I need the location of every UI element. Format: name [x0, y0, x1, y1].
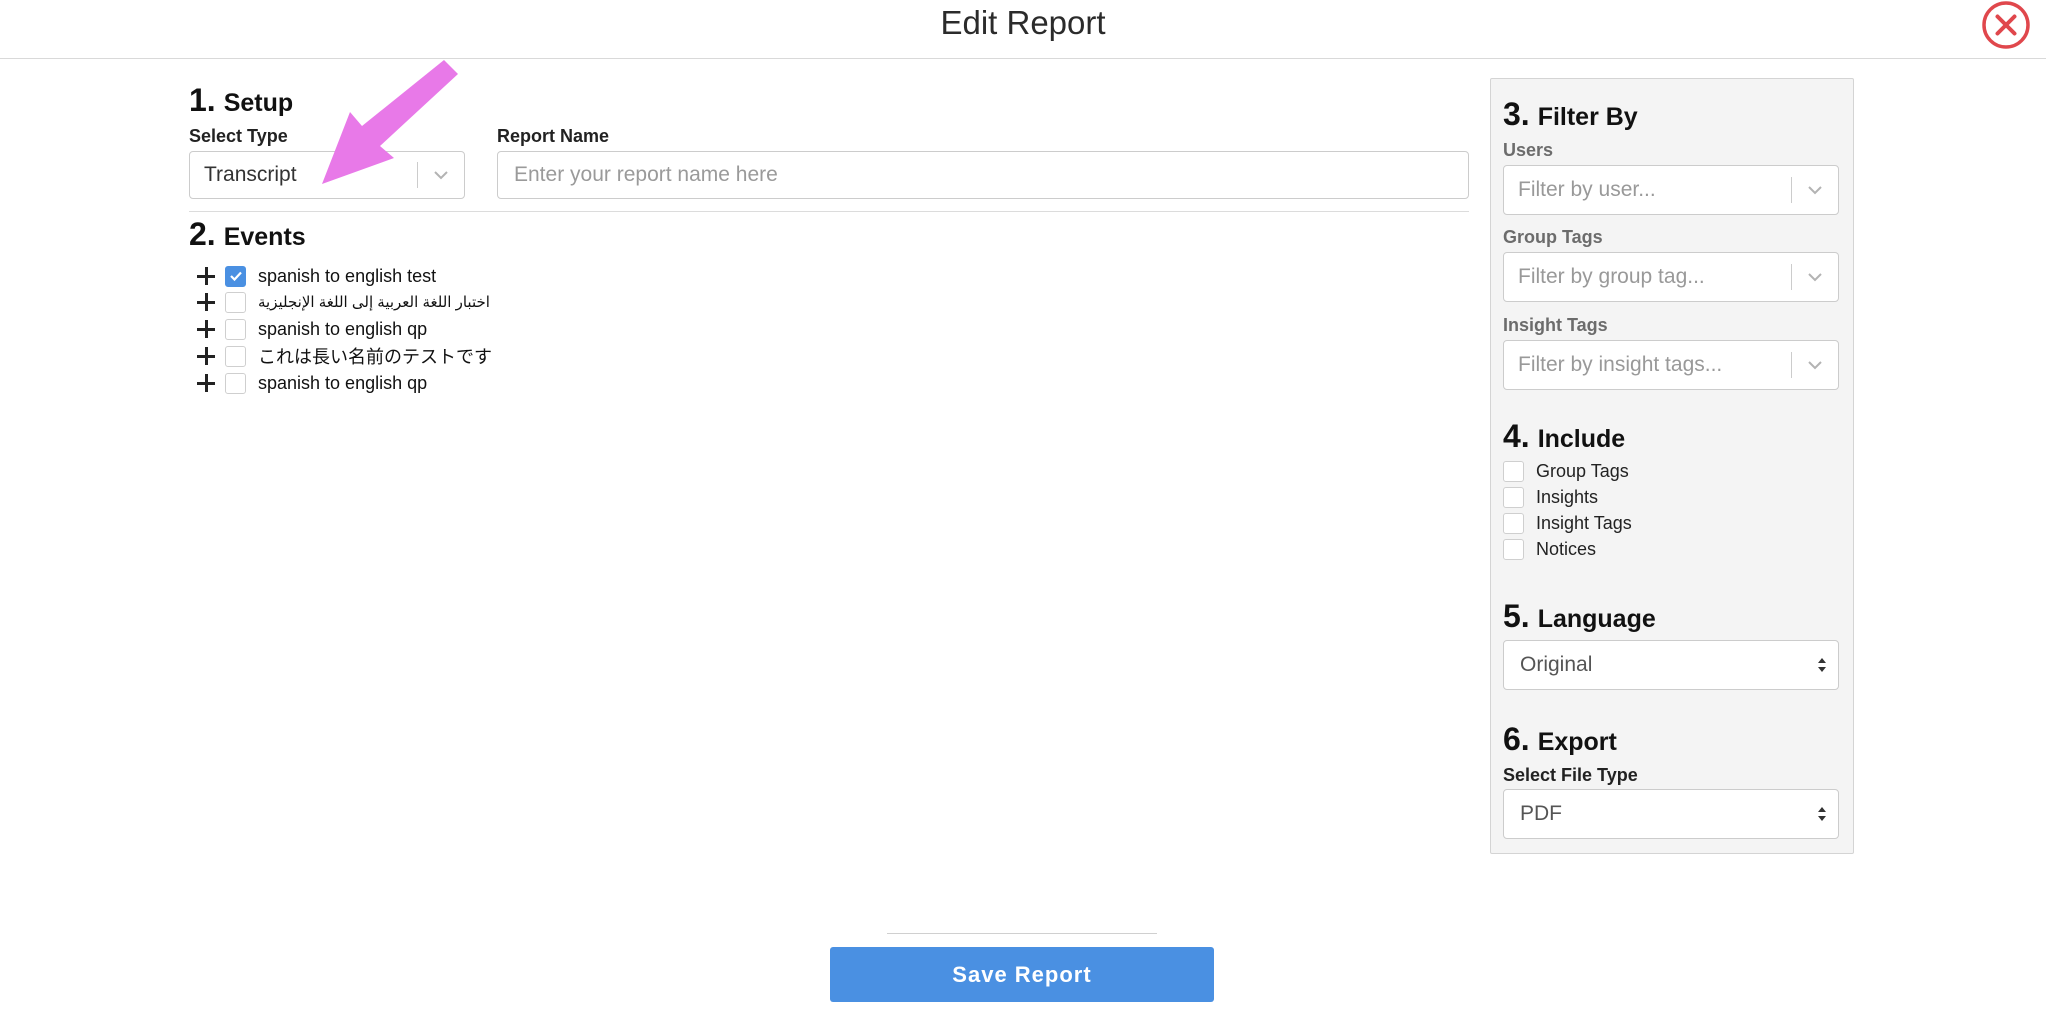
- select-type-label: Select Type: [189, 126, 288, 146]
- event-checkbox[interactable]: [225, 318, 246, 340]
- export-number: 6.: [1503, 721, 1530, 757]
- select-updown-icon: [1806, 657, 1838, 673]
- insight-tags-label: Insight Tags: [1503, 315, 1608, 335]
- event-row: اختبار اللغة العربية إلى اللغة الإنجليزي…: [195, 289, 490, 315]
- users-filter-placeholder: Filter by user...: [1518, 178, 1656, 201]
- expand-plus-icon[interactable]: [195, 345, 217, 367]
- event-checkbox[interactable]: [225, 291, 246, 313]
- language-value: Original: [1520, 653, 1593, 676]
- users-filter-dropdown[interactable]: Filter by user...: [1503, 165, 1839, 215]
- event-label: spanish to english test: [258, 265, 437, 286]
- event-label: spanish to english qp: [258, 372, 428, 393]
- expand-plus-icon[interactable]: [195, 265, 217, 287]
- language-number: 5.: [1503, 598, 1530, 634]
- event-row: spanish to english qp: [195, 370, 427, 396]
- include-group-tags-checkbox[interactable]: [1503, 460, 1524, 482]
- checkmark-icon: [229, 271, 242, 282]
- footer-divider: [887, 933, 1157, 934]
- export-heading: 6. Export: [1503, 721, 1617, 758]
- chevron-down-icon[interactable]: [1792, 166, 1838, 214]
- include-option-label: Insights: [1536, 486, 1599, 507]
- language-heading: 5. Language: [1503, 598, 1656, 635]
- insight-tags-filter-placeholder: Filter by insight tags...: [1518, 353, 1723, 376]
- file-type-select[interactable]: PDF: [1503, 789, 1839, 839]
- event-label: これは長い名前のテストです: [258, 347, 492, 367]
- include-title: Include: [1537, 425, 1626, 453]
- include-option-label: Insight Tags: [1536, 512, 1632, 533]
- include-insights-checkbox[interactable]: [1503, 486, 1524, 508]
- group-tags-label: Group Tags: [1503, 227, 1603, 247]
- close-circle-icon: [1982, 1, 2030, 49]
- event-label: اختبار اللغة العربية إلى اللغة الإنجليزي…: [258, 294, 490, 311]
- event-checkbox[interactable]: [225, 345, 246, 367]
- language-title: Language: [1537, 605, 1656, 633]
- include-option: Insight Tags: [1503, 511, 1632, 535]
- close-button[interactable]: [1981, 0, 2031, 50]
- modal-header: Edit Report: [0, 0, 2046, 59]
- event-row: これは長い名前のテストです: [195, 343, 492, 369]
- modal-title: Edit Report: [940, 4, 1106, 41]
- setup-divider: [189, 211, 1469, 212]
- filter-by-number: 3.: [1503, 96, 1530, 132]
- setup-heading: 1. Setup: [189, 82, 293, 119]
- users-label: Users: [1503, 140, 1554, 160]
- setup-number: 1.: [189, 82, 216, 118]
- include-option-label: Notices: [1536, 538, 1597, 559]
- include-heading: 4. Include: [1503, 418, 1625, 455]
- group-tags-filter-dropdown[interactable]: Filter by group tag...: [1503, 252, 1839, 302]
- events-heading: 2. Events: [189, 216, 306, 253]
- setup-title: Setup: [223, 89, 294, 117]
- event-checkbox[interactable]: [225, 265, 246, 287]
- file-type-label: Select File Type: [1503, 765, 1638, 785]
- export-title: Export: [1537, 728, 1617, 756]
- include-option: Notices: [1503, 537, 1596, 561]
- report-name-input[interactable]: [497, 151, 1469, 199]
- chevron-down-icon[interactable]: [1792, 253, 1838, 301]
- include-notices-checkbox[interactable]: [1503, 538, 1524, 560]
- include-option-label: Group Tags: [1536, 460, 1629, 481]
- annotation-arrow-icon: [322, 60, 458, 184]
- expand-plus-icon[interactable]: [195, 318, 217, 340]
- report-name-label: Report Name: [497, 126, 610, 146]
- include-option: Group Tags: [1503, 459, 1629, 483]
- filter-by-heading: 3. Filter By: [1503, 96, 1638, 133]
- events-number: 2.: [189, 216, 216, 252]
- include-number: 4.: [1503, 418, 1530, 454]
- include-option: Insights: [1503, 485, 1598, 509]
- event-checkbox[interactable]: [225, 372, 246, 394]
- file-type-value: PDF: [1520, 802, 1562, 825]
- event-row: spanish to english test: [195, 263, 436, 289]
- events-title: Events: [223, 223, 306, 251]
- expand-plus-icon[interactable]: [195, 372, 217, 394]
- chevron-down-icon[interactable]: [1792, 341, 1838, 389]
- language-select[interactable]: Original: [1503, 640, 1839, 690]
- include-insight-tags-checkbox[interactable]: [1503, 512, 1524, 534]
- expand-plus-icon[interactable]: [195, 291, 217, 313]
- save-report-button[interactable]: Save Report: [830, 947, 1214, 1002]
- event-row: spanish to english qp: [195, 316, 427, 342]
- group-tags-filter-placeholder: Filter by group tag...: [1518, 265, 1705, 288]
- select-updown-icon: [1806, 806, 1838, 822]
- filter-by-title: Filter By: [1537, 103, 1638, 131]
- event-label: spanish to english qp: [258, 318, 428, 339]
- insight-tags-filter-dropdown[interactable]: Filter by insight tags...: [1503, 340, 1839, 390]
